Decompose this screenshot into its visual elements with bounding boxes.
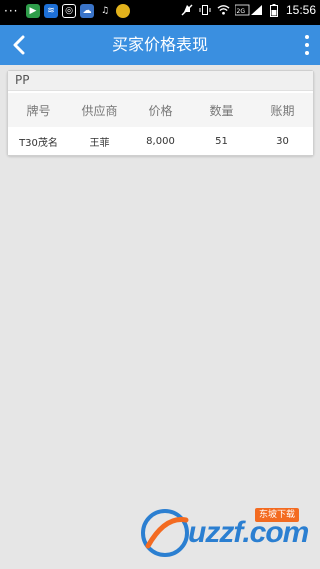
cell-grade: T30茂名 (19, 137, 58, 149)
wifi-icon (217, 4, 230, 17)
cell-supplier: 王菲 (89, 137, 110, 149)
menu-dot (305, 35, 309, 39)
more-dots-icon: ··· (4, 4, 19, 18)
headset-icon: ♫ (100, 6, 110, 16)
app-bar: 买家价格表现 (0, 25, 320, 65)
cell-payment-term: 30 (276, 135, 289, 147)
cell-quantity: 51 (215, 135, 228, 147)
menu-dot (305, 43, 309, 47)
table-row[interactable]: T30茂名 王菲 8,000 51 30 (8, 127, 313, 155)
card-title: PP (8, 71, 313, 91)
cloud-icon: ☁ (80, 4, 94, 18)
battery-icon (268, 3, 281, 17)
status-bar-right: 2G 15:56 (181, 3, 316, 17)
vibrate-icon (199, 4, 212, 17)
page-title: 买家价格表现 (111, 35, 208, 54)
column-header-quantity: 数量 (209, 103, 234, 118)
menu-dot (305, 51, 309, 55)
column-header-payment-term: 账期 (270, 103, 295, 118)
download-icon: ≋ (44, 4, 58, 18)
watermark: uzzf.com 东坡下载 (138, 500, 318, 562)
table-header: 牌号 供应商 价格 数量 账期 (8, 93, 313, 127)
svg-text:2G: 2G (236, 8, 245, 15)
mute-icon (181, 4, 194, 17)
column-header-price: 价格 (148, 103, 173, 118)
screenshot-icon: ◎ (62, 4, 76, 18)
status-bar-left: ··· ▶ ≋ ◎ ☁ ♫ (4, 4, 130, 18)
signal-icon: 2G (234, 4, 263, 17)
overflow-menu-button[interactable] (300, 33, 314, 57)
status-time: 15:56 (285, 3, 316, 17)
column-header-grade: 牌号 (26, 103, 51, 118)
column-header-supplier: 供应商 (81, 103, 118, 118)
cell-price: 8,000 (146, 135, 175, 147)
price-card: PP 牌号 供应商 价格 数量 账期 T30茂名 王菲 8,000 51 30 (7, 70, 314, 156)
chat-icon (116, 4, 130, 18)
watermark-logo-icon (141, 509, 189, 557)
play-store-icon: ▶ (26, 4, 40, 18)
status-bar: ··· ▶ ≋ ◎ ☁ ♫ 2G 15:56 (0, 0, 320, 25)
watermark-badge: 东坡下载 (255, 508, 300, 522)
